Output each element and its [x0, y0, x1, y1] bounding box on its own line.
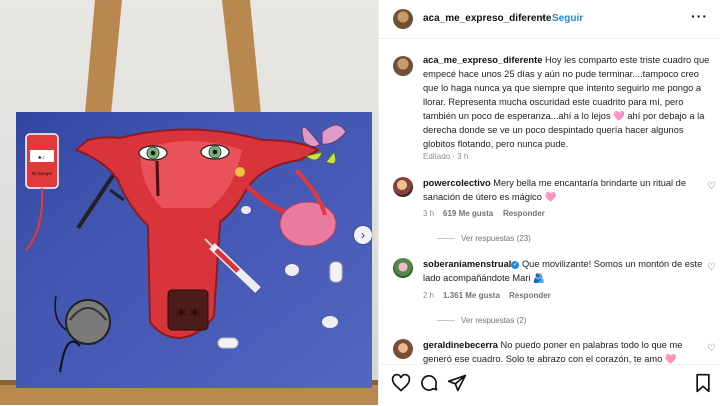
comment: geraldinebecerra No puedo poner en palab…: [423, 338, 703, 366]
comment-likes[interactable]: 1.361 Me gusta: [443, 291, 500, 300]
comment-time: 3 h: [423, 209, 435, 218]
comment-username[interactable]: powercolectivo: [423, 178, 491, 188]
comment-like-icon[interactable]: ♡: [707, 343, 716, 354]
avatar[interactable]: [393, 9, 413, 29]
painting-illustration: ♣♤ Mi Sangre ✶✶: [0, 0, 378, 405]
view-replies-button[interactable]: Ver respuestas (2): [461, 316, 526, 325]
comment-like-icon[interactable]: ♡: [707, 181, 716, 192]
comment-likes[interactable]: 619 Me gusta: [443, 209, 493, 218]
more-options-icon[interactable]: ···: [691, 8, 708, 24]
comment-time: 2 h: [423, 291, 435, 300]
share-icon[interactable]: [447, 373, 467, 393]
comment: soberaniamenstrual✓ Que movilizante! Som…: [423, 257, 703, 285]
dark-rose: [65, 299, 111, 345]
post-header: aca_me_expreso_diferente • Seguir ···: [379, 0, 720, 39]
avatar[interactable]: [393, 177, 413, 197]
post-image: ♣♤ Mi Sangre ✶✶ ›: [0, 0, 378, 405]
comment-icon[interactable]: [419, 373, 439, 393]
heart-icon[interactable]: [391, 373, 411, 393]
view-replies-button[interactable]: Ver respuestas (23): [461, 234, 531, 243]
easel-leg-left: [84, 0, 122, 125]
svg-text:✶✶: ✶✶: [175, 305, 202, 322]
reply-button[interactable]: Responder: [503, 209, 545, 218]
comment-like-icon[interactable]: ♡: [707, 262, 716, 273]
easel-leg-right: [222, 0, 262, 125]
bookmark-icon[interactable]: [693, 373, 713, 393]
chevron-right-icon[interactable]: ›: [354, 226, 372, 244]
reply-button[interactable]: Responder: [509, 291, 551, 300]
avatar[interactable]: [393, 258, 413, 278]
caption-meta: Editado · 3 h: [423, 152, 469, 161]
comment-username[interactable]: geraldinebecerra: [423, 340, 498, 350]
avatar[interactable]: [393, 339, 413, 359]
ovary-flower: [279, 201, 337, 247]
author-username[interactable]: aca_me_expreso_diferente: [423, 13, 551, 24]
post-panel: aca_me_expreso_diferente • Seguir ··· ac…: [378, 0, 720, 406]
caption-username[interactable]: aca_me_expreso_diferente: [423, 55, 542, 65]
separator-dot: •: [542, 13, 546, 24]
comment: powercolectivo Mery bella me encantaría …: [423, 176, 703, 204]
avatar[interactable]: [393, 56, 413, 76]
caption-text: Hoy les comparto este triste cuadro que …: [423, 55, 710, 149]
svg-text:♣♤: ♣♤: [38, 155, 46, 161]
comment-username[interactable]: soberaniamenstrual: [423, 259, 511, 269]
follow-button[interactable]: Seguir: [552, 13, 583, 24]
replies-divider: [437, 320, 455, 321]
post-caption: aca_me_expreso_diferente Hoy les compart…: [423, 53, 713, 151]
blood-bag-label: Mi Sangre: [32, 171, 53, 176]
replies-divider: [437, 238, 455, 239]
post-action-bar: [379, 364, 720, 406]
